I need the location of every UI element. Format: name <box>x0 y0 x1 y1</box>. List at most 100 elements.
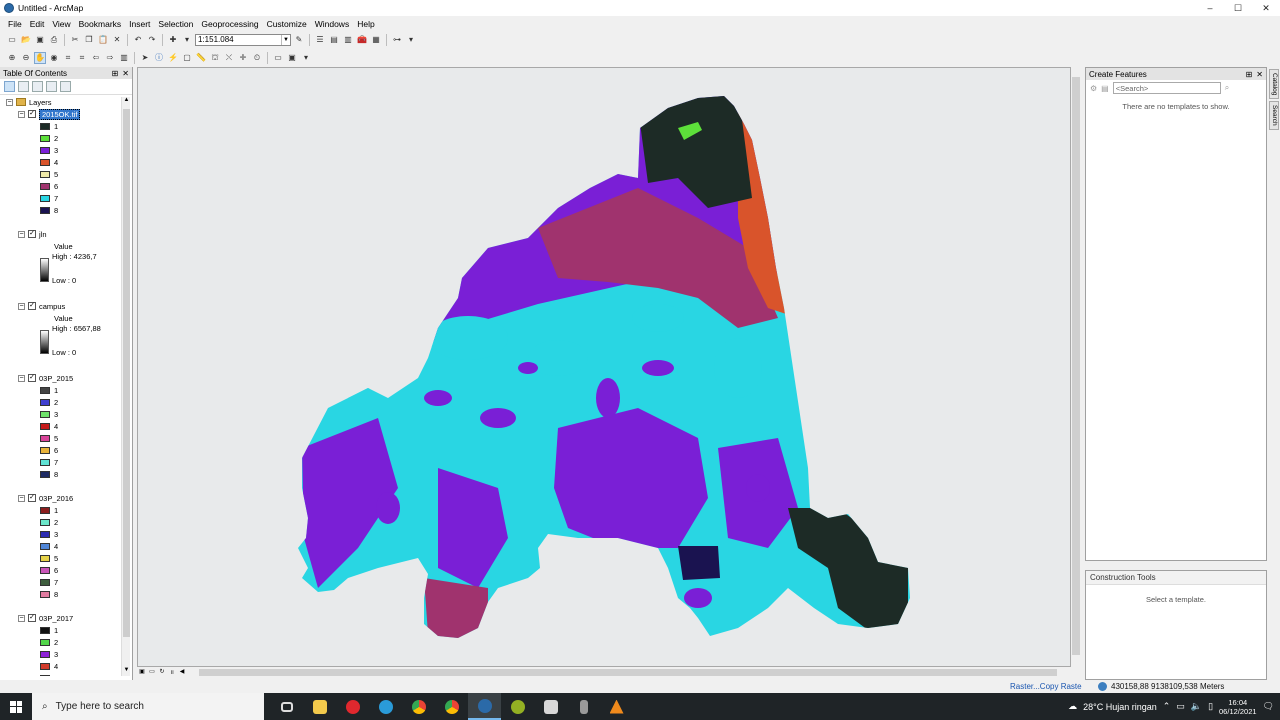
layer-row[interactable]: − ✓ jln <box>18 228 47 240</box>
time-slider-icon[interactable]: ⏲ <box>251 52 263 64</box>
paste-icon[interactable]: 📋 <box>97 34 109 46</box>
pause-drawing-icon[interactable]: ॥ <box>167 668 177 677</box>
fixed-zoom-out-icon[interactable]: ⌗ <box>76 52 88 64</box>
task-view-icon[interactable] <box>270 693 303 720</box>
html-popup-icon[interactable]: ▢ <box>181 52 193 64</box>
tray-overflow-icon[interactable]: ⌃ <box>1163 701 1171 712</box>
close-button[interactable]: ✕ <box>1252 0 1280 16</box>
find-binoculars-icon[interactable]: ⛫ <box>209 52 221 64</box>
editor-toolbar-icon[interactable]: ✎ <box>293 34 305 46</box>
add-data-dropdown-icon[interactable]: ▾ <box>181 34 193 46</box>
menu-view[interactable]: View <box>48 19 74 29</box>
select-elements-arrow-icon[interactable]: ➤ <box>139 52 151 64</box>
edge-icon[interactable] <box>369 693 402 720</box>
redo-icon[interactable]: ↷ <box>146 34 158 46</box>
layout-view-icon[interactable]: ▭ <box>147 668 157 677</box>
vlc-icon[interactable] <box>600 693 633 720</box>
qgis-icon[interactable] <box>501 693 534 720</box>
scroll-up-icon[interactable]: ▲ <box>122 97 131 106</box>
taskbar-clock[interactable]: 16:04 06/12/2021 <box>1219 698 1257 716</box>
search-icon[interactable]: ⌕ <box>1225 83 1229 93</box>
toolbar-options-icon[interactable]: ▾ <box>405 34 417 46</box>
toc-options-icon[interactable] <box>60 81 71 92</box>
table-of-contents-icon[interactable]: ☰ <box>314 34 326 46</box>
map-scale-combobox[interactable]: 1:151.084 ▼ <box>195 33 291 46</box>
layer-visibility-checkbox[interactable]: ✓ <box>28 614 36 622</box>
zoom-in-icon[interactable]: ⊕ <box>6 52 18 64</box>
collapse-icon[interactable]: − <box>18 230 25 238</box>
pin-icon[interactable]: ⊞ <box>112 69 119 78</box>
measure-icon[interactable]: 📏 <box>195 52 207 64</box>
go-to-xy-icon[interactable]: ✛ <box>237 52 249 64</box>
map-vscroll-thumb[interactable] <box>1072 77 1080 655</box>
close-icon[interactable]: ✕ <box>1256 70 1263 79</box>
layer-row[interactable]: − ✓ 2015OK.tif <box>18 108 81 120</box>
collapse-icon[interactable]: − <box>18 110 25 118</box>
list-by-source-icon[interactable] <box>18 81 29 92</box>
collapse-icon[interactable]: − <box>18 302 25 310</box>
toc-scroll-thumb[interactable] <box>123 109 130 637</box>
taskbar-search-box[interactable]: ⌕ Type here to search <box>32 693 264 720</box>
identify-info-icon[interactable]: ⓘ <box>153 52 165 64</box>
data-view-icon[interactable]: ▣ <box>137 668 147 677</box>
minimize-button[interactable]: – <box>1196 0 1224 16</box>
volume-icon[interactable]: 🔈 <box>1191 701 1202 712</box>
pan-hand-icon[interactable]: ✋ <box>34 51 46 64</box>
undo-icon[interactable]: ↶ <box>132 34 144 46</box>
pin-icon[interactable]: ⊞ <box>1246 70 1253 79</box>
menu-selection[interactable]: Selection <box>154 19 197 29</box>
layer-name[interactable]: jln <box>39 230 47 239</box>
layer-visibility-checkbox[interactable]: ✓ <box>28 110 36 118</box>
layer-row[interactable]: − ✓ 03P_2016 <box>18 492 73 504</box>
menu-edit[interactable]: Edit <box>26 19 49 29</box>
close-icon[interactable]: ✕ <box>122 69 129 78</box>
delete-icon[interactable]: ✕ <box>111 34 123 46</box>
start-button[interactable] <box>0 693 32 720</box>
toolbar-options-icon[interactable]: ▾ <box>300 52 312 64</box>
menu-customize[interactable]: Customize <box>263 19 311 29</box>
chrome-profile-icon[interactable] <box>435 693 468 720</box>
layer-visibility-checkbox[interactable]: ✓ <box>28 374 36 382</box>
add-data-icon[interactable]: ✚ <box>167 34 179 46</box>
layer-name[interactable]: 03P_2016 <box>39 494 73 503</box>
template-filter-icon[interactable]: ▤ <box>1101 84 1109 93</box>
map-vertical-scrollbar[interactable] <box>1071 67 1081 667</box>
weather-icon[interactable]: ☁ <box>1068 701 1077 712</box>
fixed-zoom-in-icon[interactable]: ⌗ <box>62 52 74 64</box>
layer-visibility-checkbox[interactable]: ✓ <box>28 230 36 238</box>
copy-icon[interactable]: ❐ <box>83 34 95 46</box>
new-document-icon[interactable]: ▭ <box>6 34 18 46</box>
chevron-down-icon[interactable]: ▼ <box>281 34 290 45</box>
scroll-down-icon[interactable]: ▼ <box>122 667 131 676</box>
catalog-window-icon[interactable]: ▤ <box>328 34 340 46</box>
find-route-icon[interactable]: ⤬ <box>223 52 235 64</box>
go-to-extent-icon[interactable]: ▥ <box>118 52 130 64</box>
open-folder-icon[interactable]: 📂 <box>20 34 32 46</box>
cloud-app-icon[interactable] <box>534 693 567 720</box>
collapse-icon[interactable]: − <box>6 98 13 106</box>
scroll-left-icon[interactable]: ◀ <box>177 668 187 677</box>
file-explorer-icon[interactable] <box>303 693 336 720</box>
layer-name[interactable]: campus <box>39 302 65 311</box>
search-window-icon[interactable]: ▥ <box>342 34 354 46</box>
template-search-input[interactable]: <Search> <box>1112 82 1221 94</box>
hyperlink-icon[interactable]: ⚡ <box>167 52 179 64</box>
layer-name[interactable]: 2015OK.tif <box>39 108 81 120</box>
menu-insert[interactable]: Insert <box>125 19 154 29</box>
layer-row[interactable]: − ✓ 03P_2017 <box>18 612 73 624</box>
background-task-status[interactable]: Raster...Copy Raste <box>1010 682 1082 691</box>
save-icon[interactable]: ▣ <box>34 34 46 46</box>
collapse-icon[interactable]: − <box>18 494 25 502</box>
arcmap-taskbar-icon[interactable] <box>468 693 501 720</box>
toc-scrollbar[interactable]: ▲ ▼ <box>121 97 130 676</box>
layout-view-icon[interactable]: ▣ <box>286 52 298 64</box>
menu-geoprocessing[interactable]: Geoprocessing <box>197 19 262 29</box>
full-extent-globe-icon[interactable]: ◉ <box>48 52 60 64</box>
layer-name[interactable]: 03P_2017 <box>39 614 73 623</box>
zoom-out-icon[interactable]: ⊖ <box>20 52 32 64</box>
print-icon[interactable]: ⎙ <box>48 34 60 46</box>
layers-root[interactable]: − Layers <box>6 96 52 108</box>
opera-icon[interactable] <box>336 693 369 720</box>
arctoolbox-icon[interactable]: 🧰 <box>356 34 368 46</box>
organize-templates-icon[interactable]: ⚙ <box>1090 84 1097 93</box>
